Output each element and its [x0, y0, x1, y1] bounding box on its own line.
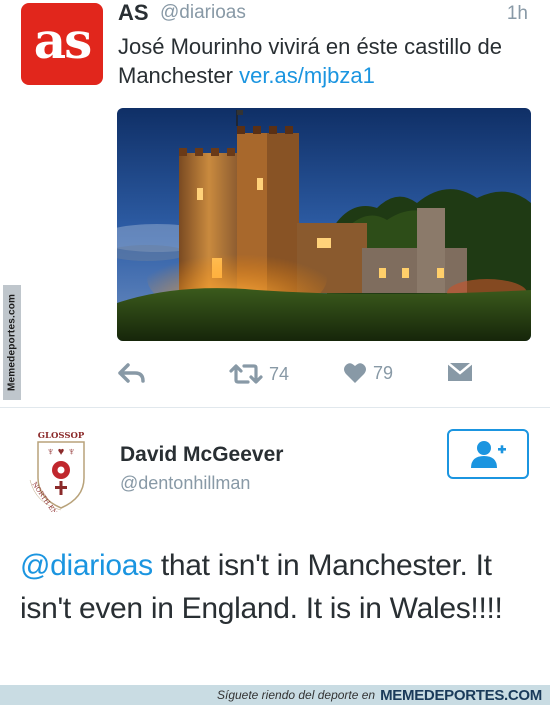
reply-button[interactable]	[117, 362, 145, 384]
as-avatar[interactable]: as	[21, 3, 103, 85]
bottom-watermark-bar: Síguete riendo del deporte en MEMEDEPORT…	[0, 685, 550, 705]
like-count: 79	[373, 362, 394, 383]
mention-link[interactable]: @diarioas	[20, 549, 153, 582]
tweet-text: José Mourinho vivirá en éste castillo de…	[118, 32, 538, 90]
retweet-button[interactable]: 74	[229, 362, 289, 386]
reply-tweet-text: @diarioas that isn't in Manchester. It i…	[20, 544, 540, 630]
tweet-timestamp[interactable]: 1h	[507, 3, 528, 25]
tweet-as: as AS @diarioas 1h José Mourinho vivirá …	[0, 0, 550, 405]
bottom-tagline: Síguete riendo del deporte en	[216, 688, 376, 702]
tweet-link[interactable]: ver.as/mjbza1	[239, 63, 375, 88]
castle-photo[interactable]	[117, 108, 531, 341]
direct-message-icon	[447, 362, 473, 381]
author-handle[interactable]: @diarioas	[160, 2, 246, 24]
svg-text:♆ ♥ ♆: ♆ ♥ ♆	[46, 446, 75, 458]
heart-icon	[344, 363, 366, 383]
author-name[interactable]: AS	[118, 0, 149, 26]
author-handle[interactable]: @dentonhillman	[120, 473, 250, 494]
glossop-crest-avatar[interactable]: GLOSSOP ♆ ♥ ♆ NORTH END AFC	[26, 428, 96, 534]
tweet-actions: 74 79	[117, 362, 531, 388]
like-button[interactable]: 79	[343, 362, 393, 384]
author-name[interactable]: David McGeever	[120, 443, 283, 467]
bottom-site-name: MEMEDEPORTES.COM	[380, 686, 542, 704]
retweet-count: 74	[269, 363, 290, 384]
direct-message-button[interactable]	[447, 362, 473, 382]
retweet-icon	[229, 364, 263, 384]
follow-user-icon	[471, 441, 506, 468]
crest-text-top: GLOSSOP	[38, 431, 85, 441]
divider	[0, 407, 550, 408]
reply-icon	[118, 363, 145, 383]
follow-button[interactable]	[447, 429, 529, 479]
side-watermark: Memedeportes.com	[3, 285, 21, 400]
